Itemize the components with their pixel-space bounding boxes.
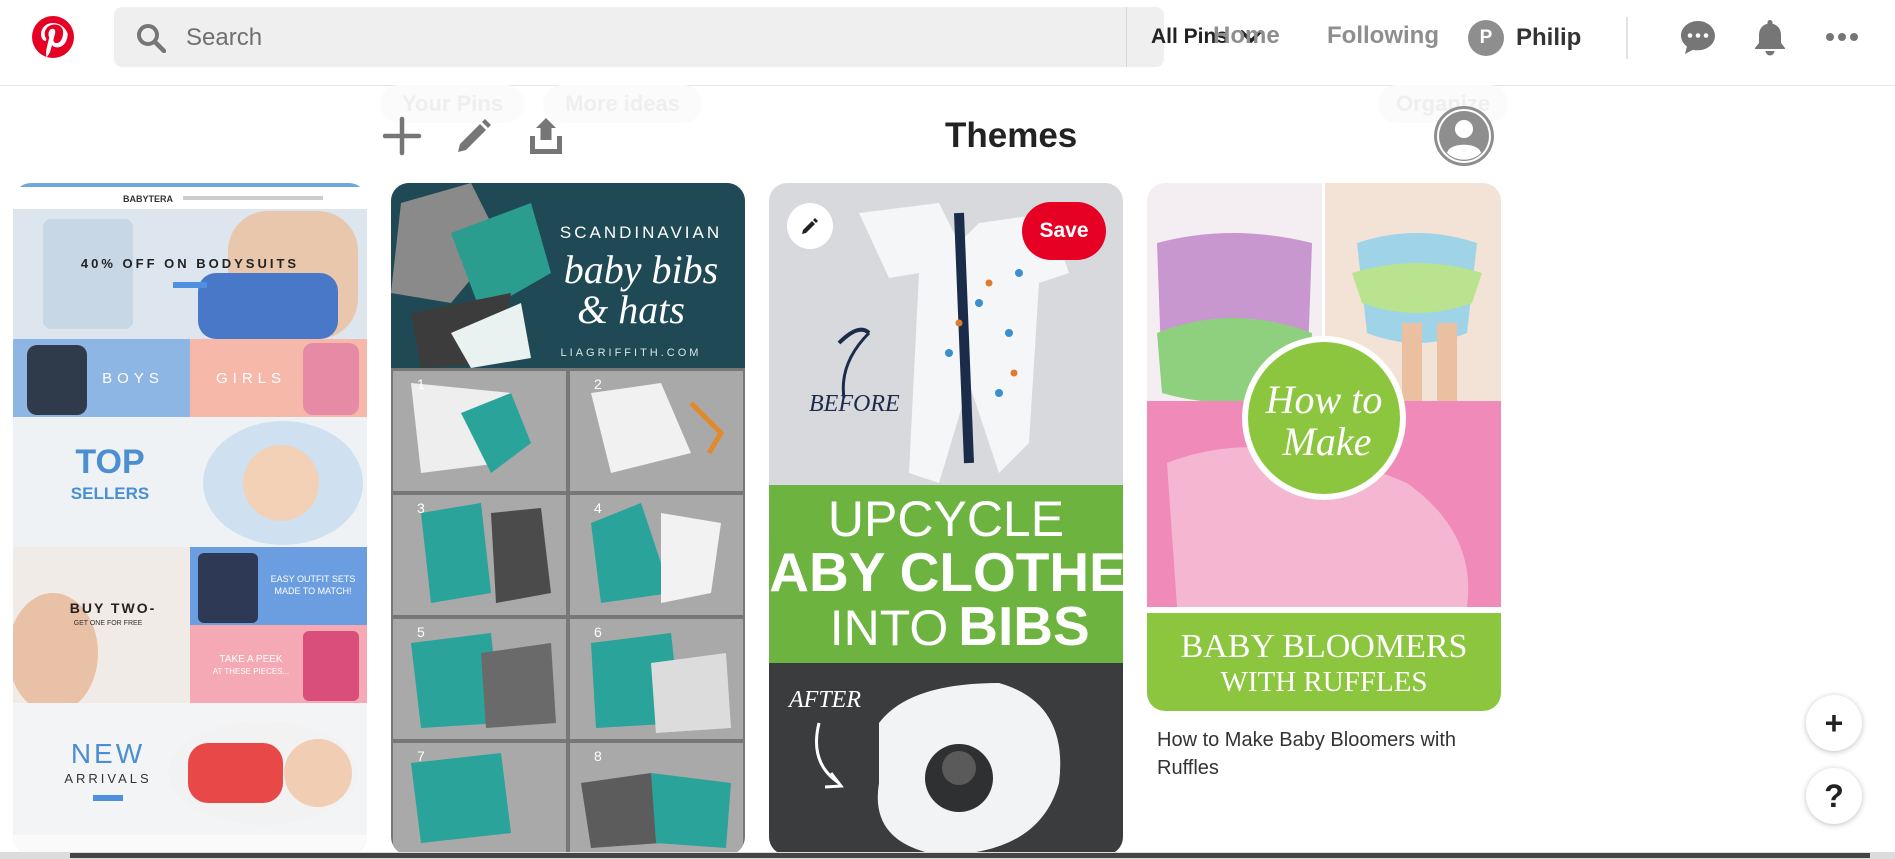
- floating-add-button[interactable]: +: [1806, 695, 1862, 751]
- pin2-step-8: 8: [594, 748, 602, 764]
- board-collaborator-avatar[interactable]: [1433, 105, 1495, 167]
- edit-pin-button[interactable]: [787, 203, 833, 249]
- pin2-step-1: 1: [417, 376, 425, 392]
- pinterest-logo-icon[interactable]: [31, 15, 75, 59]
- pin4-bloomers: BABY BLOOMERS: [1181, 628, 1468, 665]
- pin1-easy1: EASY OUTFIT SETS: [271, 574, 356, 584]
- pin4-make: Make: [1282, 419, 1372, 464]
- pin-card-baby-bibs-hats[interactable]: SCANDINAVIAN baby bibs & hats LIAGRIFFIT…: [391, 183, 745, 855]
- pin3-before: BEFORE: [809, 391, 900, 417]
- pin1-peek2: AT THESE PIECES...: [213, 667, 289, 676]
- pin-image: How to Make BABY BLOOMERS WITH RUFFLES: [1147, 183, 1501, 711]
- pin-card-babytera[interactable]: BABYTERA 40% OFF ON BODYSUITS BOYS GIRLS…: [13, 183, 367, 855]
- search-input[interactable]: [184, 17, 1088, 59]
- pin-image: BABYTERA 40% OFF ON BODYSUITS BOYS GIRLS…: [13, 183, 367, 855]
- top-header: All Pins Home Following P Philip: [0, 0, 1895, 86]
- pin2-step-6: 6: [594, 624, 602, 640]
- user-name: Philip: [1516, 24, 1582, 51]
- pin2-step-7: 7: [417, 748, 425, 764]
- messages-icon[interactable]: [1678, 17, 1718, 57]
- horizontal-scrollbar[interactable]: [0, 852, 1895, 859]
- pin2-step-3: 3: [417, 500, 425, 516]
- pin2-hats: & hats: [577, 287, 685, 332]
- pin1-girls: GIRLS: [216, 370, 286, 387]
- pin2-step-5: 5: [417, 624, 425, 640]
- pin-image: SCANDINAVIAN baby bibs & hats LIAGRIFFIT…: [391, 183, 745, 855]
- pin-image: BEFORE UPCYCLE BABY CLOTHES INTO BIBS AF…: [769, 183, 1123, 855]
- avatar: P: [1468, 20, 1504, 56]
- share-upload-icon: [530, 118, 562, 154]
- scrollbar-thumb[interactable]: [70, 853, 1870, 858]
- pin1-sellers: SELLERS: [71, 484, 149, 503]
- help-button[interactable]: ?: [1806, 768, 1862, 824]
- header-divider: [1626, 17, 1628, 59]
- pin1-promo: 40% OFF ON BODYSUITS: [81, 256, 299, 271]
- more-options-icon[interactable]: [1822, 17, 1862, 57]
- pin1-easy2: MADE TO MATCH!: [274, 586, 351, 596]
- pin4-ruffles: WITH RUFFLES: [1220, 666, 1427, 698]
- user-profile-link[interactable]: P Philip: [1468, 18, 1581, 58]
- nav-home-link[interactable]: Home: [1213, 22, 1280, 50]
- pin1-peek1: TAKE A PEEK: [219, 654, 283, 665]
- pin1-new: NEW: [71, 738, 145, 769]
- board-title: Themes: [945, 116, 1078, 155]
- pin2-bibs: baby bibs: [564, 247, 718, 292]
- pin3-bibs: BIBS: [958, 595, 1089, 657]
- pin-card-upcycle-baby-clothes[interactable]: BEFORE UPCYCLE BABY CLOTHES INTO BIBS AF…: [769, 183, 1123, 855]
- pin1-brand: BABYTERA: [123, 194, 174, 204]
- pin1-get: GET ONE FOR FREE: [74, 620, 143, 627]
- pin-caption[interactable]: How to Make Baby Bloomers with Ruffles: [1157, 726, 1487, 782]
- add-pin-button[interactable]: [380, 114, 424, 158]
- pin1-top: TOP: [75, 443, 144, 481]
- pin2-scandi: SCANDINAVIAN: [560, 223, 722, 242]
- pin3-into: INTO: [830, 600, 949, 656]
- pin2-step-4: 4: [594, 500, 602, 516]
- save-pin-button[interactable]: Save: [1022, 202, 1106, 260]
- edit-board-button[interactable]: [452, 114, 496, 158]
- pin3-after: AFTER: [787, 687, 861, 713]
- pin1-buy: BUY TWO-: [70, 600, 157, 616]
- pin2-step-2: 2: [594, 376, 602, 392]
- pin1-boys: BOYS: [102, 370, 164, 387]
- pin3-baby-clothes: BABY CLOTHES: [769, 541, 1123, 603]
- pencil-icon: [802, 218, 818, 234]
- pin3-upcycle: UPCYCLE: [828, 491, 1064, 547]
- share-board-button[interactable]: [524, 114, 568, 158]
- pin2-site: LIAGRIFFITH.COM: [561, 347, 702, 359]
- search-bar: All Pins: [114, 7, 1262, 67]
- pin-card-baby-bloomers[interactable]: How to Make BABY BLOOMERS WITH RUFFLES: [1147, 183, 1501, 711]
- search-icon: [137, 24, 166, 53]
- notifications-bell-icon[interactable]: [1750, 17, 1790, 57]
- nav-following-link[interactable]: Following: [1327, 22, 1439, 50]
- pin1-arrivals: ARRIVALS: [64, 771, 151, 786]
- pencil-icon: [458, 119, 491, 152]
- pin4-how: How to: [1265, 377, 1383, 422]
